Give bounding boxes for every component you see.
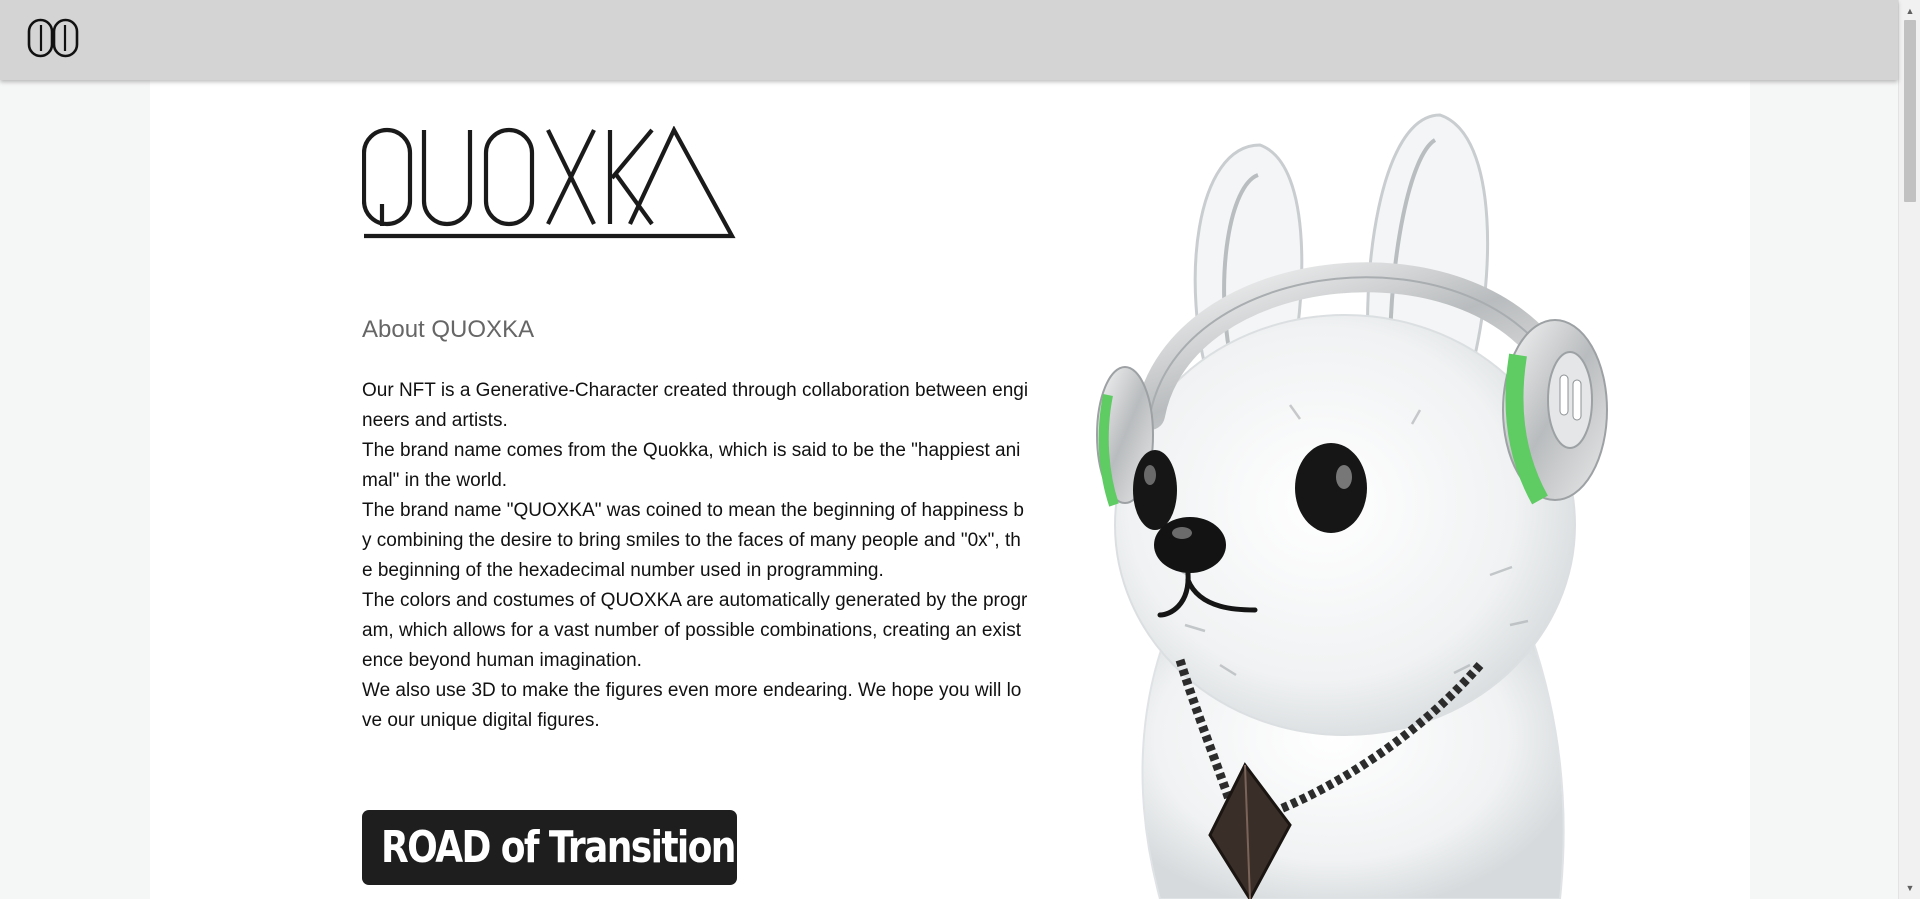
quokka-character-image	[1090, 105, 1610, 899]
about-paragraph: Our NFT is a Generative-Character create…	[362, 380, 1029, 431]
road-of-transition-button[interactable]: ROAD of Transition	[362, 810, 737, 885]
about-paragraph: The colors and costumes of QUOXKA are au…	[362, 590, 1028, 671]
about-heading: About QUOXKA	[362, 316, 535, 343]
quoxka-wordmark-logo	[362, 126, 738, 244]
about-paragraph: We also use 3D to make the figures even …	[362, 680, 1022, 731]
qx-monogram-icon[interactable]	[27, 17, 79, 59]
scrollbar-thumb[interactable]	[1904, 20, 1916, 202]
about-paragraph: The brand name comes from the Quokka, wh…	[362, 440, 1021, 491]
top-bar	[0, 0, 1898, 80]
chevron-down-icon[interactable]: ▼	[1899, 879, 1920, 897]
road-button-label: ROAD of Transition	[381, 822, 736, 873]
chevron-up-icon[interactable]: ▲	[1899, 2, 1920, 20]
page-scrollbar[interactable]: ▲ ▼	[1898, 0, 1920, 899]
about-description: Our NFT is a Generative-Character create…	[362, 376, 1030, 736]
about-paragraph: The brand name "QUOXKA" was coined to me…	[362, 500, 1025, 581]
